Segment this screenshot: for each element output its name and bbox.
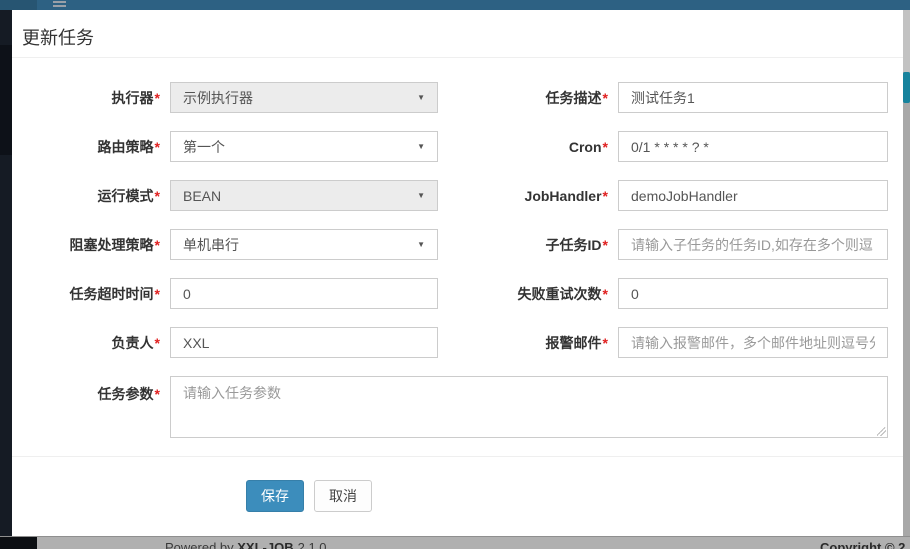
block-strategy-select[interactable]: 单机串行 ▼ xyxy=(170,229,438,260)
route-strategy-select-value: 第一个 xyxy=(183,137,225,157)
job-desc-input[interactable] xyxy=(618,82,888,113)
field-label-text: 负责人 xyxy=(112,335,154,351)
modal-button-bar: 保存 取消 xyxy=(246,480,372,512)
field-label-text: 任务描述 xyxy=(546,90,602,106)
copyright-text: Copyright © 2 xyxy=(820,538,905,549)
field-label-text: Cron xyxy=(569,139,602,155)
required-asterisk: * xyxy=(155,237,160,253)
cron-input[interactable] xyxy=(618,131,888,162)
executor-select-value: 示例执行器 xyxy=(183,88,253,108)
scrollbar-thumb[interactable] xyxy=(903,72,910,103)
glue-type-select[interactable]: BEAN ▼ xyxy=(170,180,438,211)
glue-type-label: 运行模式* xyxy=(12,186,170,206)
field-label-text: 失败重试次数 xyxy=(518,286,602,302)
scrollbar-track xyxy=(903,10,910,72)
field-label-text: 执行器 xyxy=(112,90,154,106)
update-job-form: 执行器* 示例执行器 ▼ 任务描述* 路由策略* 第一个 ▼ xyxy=(12,82,903,456)
required-asterisk: * xyxy=(155,386,160,402)
alarm-email-label: 报警邮件* xyxy=(438,333,618,353)
form-row: 任务参数* xyxy=(12,376,903,438)
author-input[interactable] xyxy=(170,327,438,358)
caret-down-icon: ▼ xyxy=(417,142,425,151)
required-asterisk: * xyxy=(603,188,608,204)
page-footer: Powered by XXL-JOB 2.1.0 Copyright © 2 xyxy=(0,536,910,549)
field-label-text: 阻塞处理策略 xyxy=(70,237,154,253)
navbar-logo-area xyxy=(0,0,37,10)
cancel-button[interactable]: 取消 xyxy=(314,480,372,512)
required-asterisk: * xyxy=(155,90,160,106)
caret-down-icon: ▼ xyxy=(417,240,425,249)
fail-retry-input[interactable] xyxy=(618,278,888,309)
update-job-modal: 更新任务 执行器* 示例执行器 ▼ 任务描述* 路由策略* xyxy=(12,10,903,536)
required-asterisk: * xyxy=(603,335,608,351)
required-asterisk: * xyxy=(155,188,160,204)
route-strategy-label: 路由策略* xyxy=(12,137,170,157)
block-strategy-label: 阻塞处理策略* xyxy=(12,235,170,255)
field-label-text: 运行模式 xyxy=(98,188,154,204)
sidebar-dimmed xyxy=(0,10,12,536)
required-asterisk: * xyxy=(603,237,608,253)
field-label-text: 任务超时时间 xyxy=(70,286,154,302)
divider xyxy=(12,456,903,457)
caret-down-icon: ▼ xyxy=(417,93,425,102)
hamburger-menu-icon[interactable] xyxy=(53,1,66,9)
powered-by-prefix: Powered by xyxy=(165,540,237,549)
screen: 更新任务 执行器* 示例执行器 ▼ 任务描述* 路由策略* xyxy=(0,0,910,549)
form-row: 执行器* 示例执行器 ▼ 任务描述* xyxy=(12,82,903,113)
resize-grip-icon[interactable] xyxy=(877,427,886,436)
glue-type-select-value: BEAN xyxy=(183,188,221,204)
field-label-text: 报警邮件 xyxy=(546,335,602,351)
modal-title: 更新任务 xyxy=(22,24,94,50)
divider xyxy=(12,57,903,58)
job-desc-label: 任务描述* xyxy=(438,88,618,108)
fail-retry-label: 失败重试次数* xyxy=(438,284,618,304)
required-asterisk: * xyxy=(603,286,608,302)
required-asterisk: * xyxy=(155,335,160,351)
footer-sidebar-corner xyxy=(0,537,37,549)
child-jobid-input[interactable] xyxy=(618,229,888,260)
required-asterisk: * xyxy=(603,139,608,155)
form-row: 运行模式* BEAN ▼ JobHandler* xyxy=(12,180,903,211)
required-asterisk: * xyxy=(155,286,160,302)
required-asterisk: * xyxy=(155,139,160,155)
jobhandler-label: JobHandler* xyxy=(438,188,618,204)
field-label-text: 路由策略 xyxy=(98,139,154,155)
job-param-textarea[interactable] xyxy=(170,376,888,438)
timeout-label: 任务超时时间* xyxy=(12,284,170,304)
caret-down-icon: ▼ xyxy=(417,191,425,200)
executor-select[interactable]: 示例执行器 ▼ xyxy=(170,82,438,113)
cron-label: Cron* xyxy=(438,139,618,155)
alarm-email-input[interactable] xyxy=(618,327,888,358)
brand-name: XXL-JOB xyxy=(237,540,293,549)
jobhandler-input[interactable] xyxy=(618,180,888,211)
executor-label: 执行器* xyxy=(12,88,170,108)
block-strategy-select-value: 单机串行 xyxy=(183,235,239,255)
field-label-text: JobHandler xyxy=(525,188,602,204)
form-row: 任务超时时间* 失败重试次数* xyxy=(12,278,903,309)
version-text: 2.1.0 xyxy=(298,540,327,549)
page-scrollbar[interactable] xyxy=(903,10,910,536)
field-label-text: 任务参数 xyxy=(98,386,154,402)
top-navbar xyxy=(0,0,910,10)
form-row: 负责人* 报警邮件* xyxy=(12,327,903,358)
form-row: 阻塞处理策略* 单机串行 ▼ 子任务ID* xyxy=(12,229,903,260)
field-label-text: 子任务ID xyxy=(546,237,602,253)
timeout-input[interactable] xyxy=(170,278,438,309)
required-asterisk: * xyxy=(603,90,608,106)
author-label: 负责人* xyxy=(12,333,170,353)
job-param-label: 任务参数* xyxy=(12,376,170,404)
form-row: 路由策略* 第一个 ▼ Cron* xyxy=(12,131,903,162)
powered-by-text: Powered by XXL-JOB 2.1.0 xyxy=(165,538,327,549)
save-button[interactable]: 保存 xyxy=(246,480,304,512)
child-jobid-label: 子任务ID* xyxy=(438,235,618,255)
route-strategy-select[interactable]: 第一个 ▼ xyxy=(170,131,438,162)
